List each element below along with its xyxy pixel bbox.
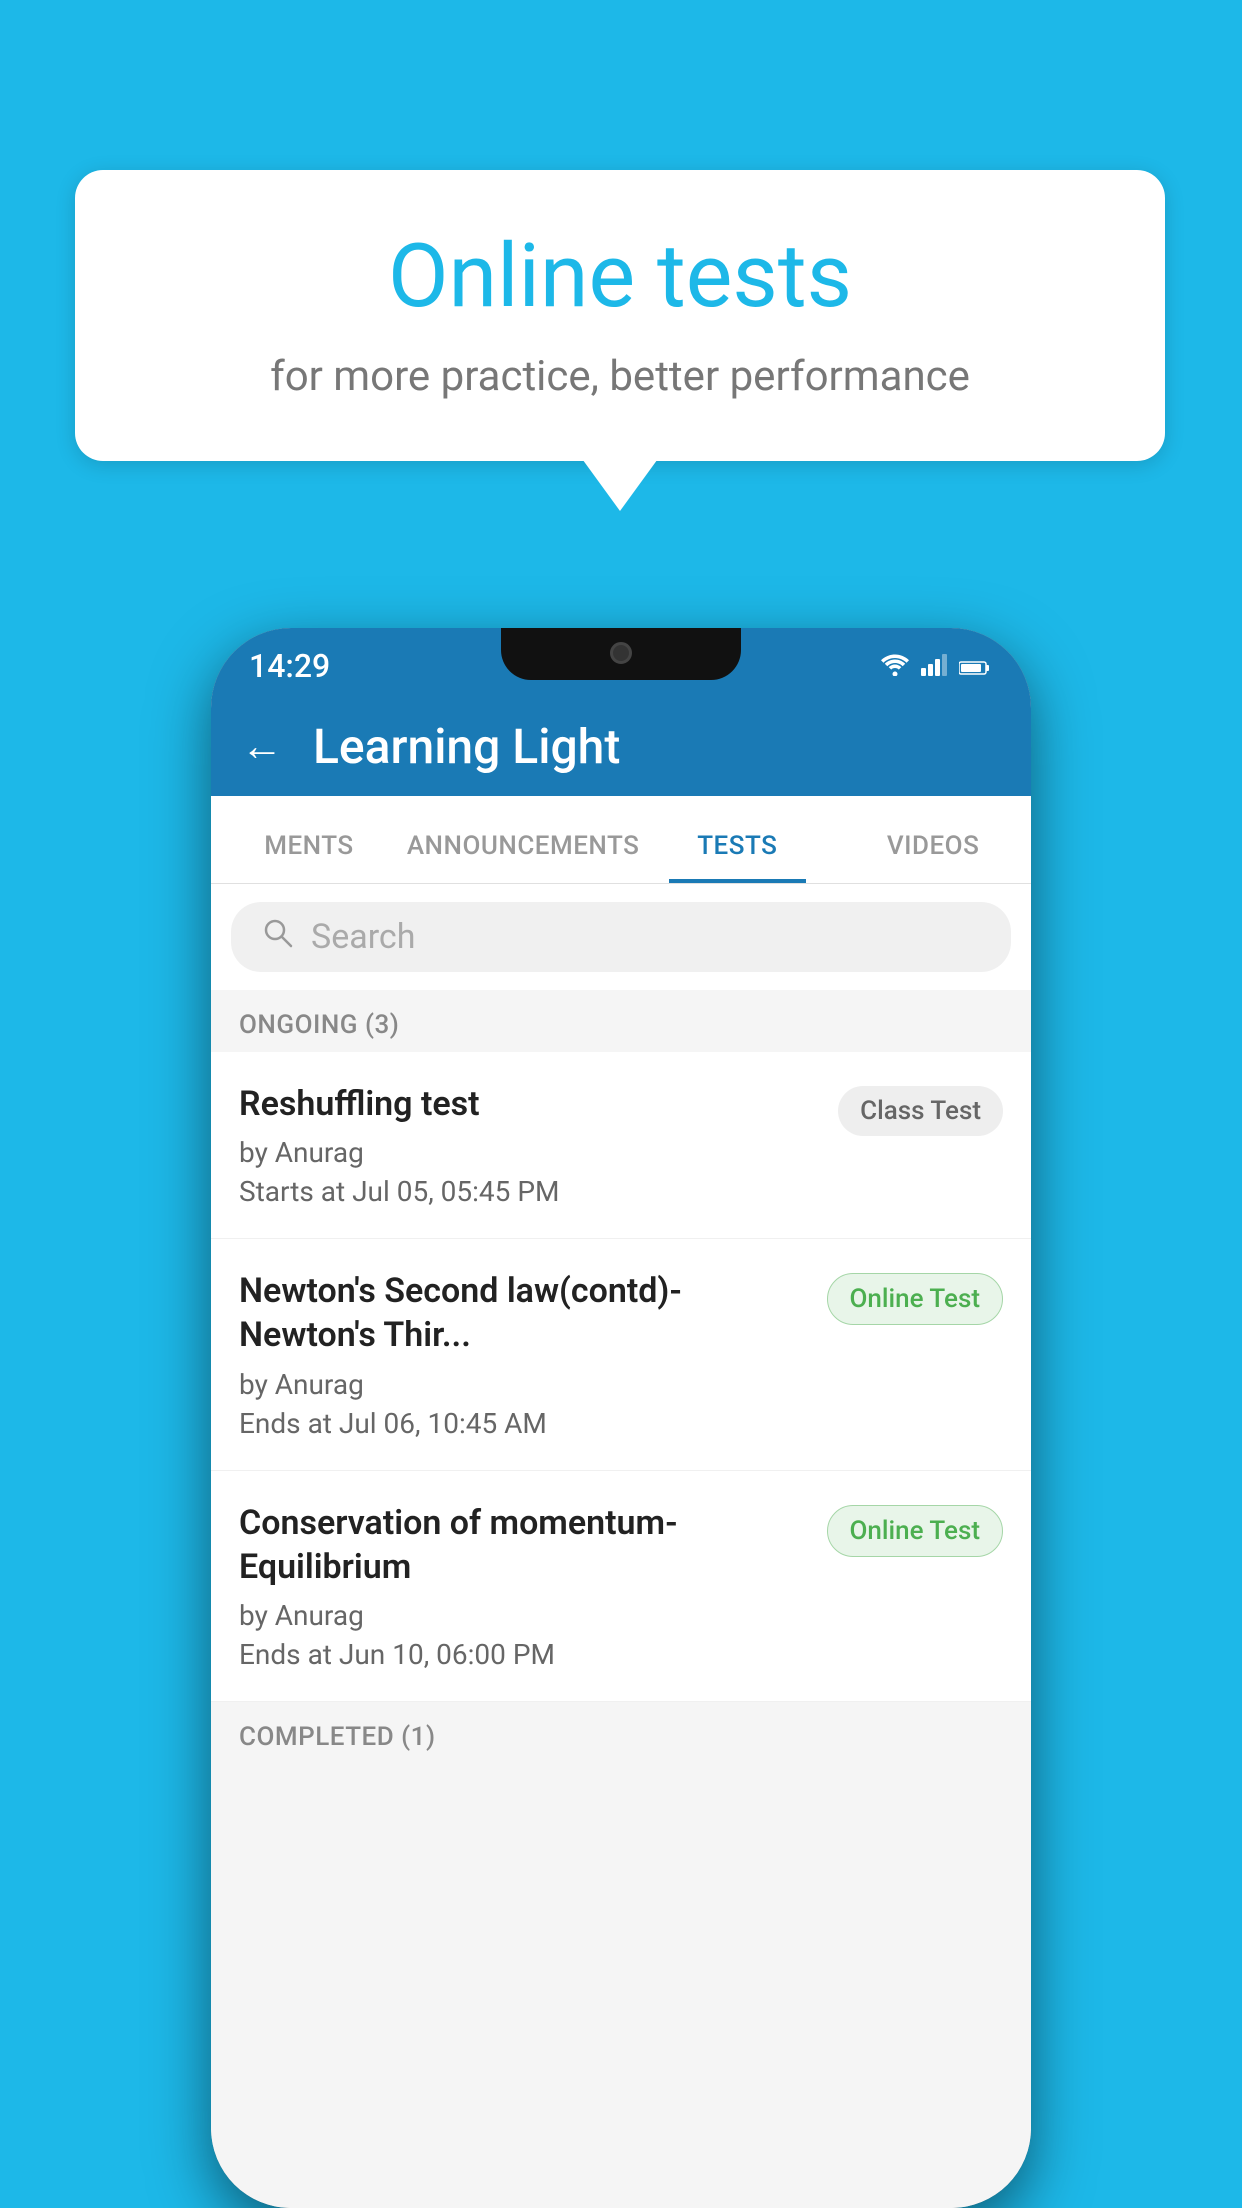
tab-tests[interactable]: TESTS (639, 831, 835, 883)
tab-videos[interactable]: VIDEOS (835, 831, 1031, 883)
test-author: by Anurag (239, 1599, 807, 1632)
tabs-bar: MENTS ANNOUNCEMENTS TESTS VIDEOS (211, 796, 1031, 884)
test-name: Reshuffling test (239, 1082, 818, 1126)
status-time: 14:29 (249, 647, 330, 685)
back-button[interactable]: ← (241, 722, 283, 771)
test-badge-class: Class Test (838, 1086, 1003, 1136)
test-item-left: Conservation of momentum-Equilibrium by … (239, 1501, 807, 1671)
speech-bubble: Online tests for more practice, better p… (75, 170, 1165, 461)
test-badge-online: Online Test (827, 1505, 1004, 1557)
status-icons (879, 650, 991, 683)
test-badge-online: Online Test (827, 1273, 1004, 1325)
ongoing-section-title: ONGOING (3) (239, 1010, 399, 1040)
phone-wrapper: 14:29 (211, 628, 1031, 2208)
test-time: Starts at Jul 05, 05:45 PM (239, 1175, 818, 1208)
speech-bubble-subtitle: for more practice, better performance (135, 352, 1105, 401)
test-list: Reshuffling test by Anurag Starts at Jul… (211, 1052, 1031, 1702)
phone-camera (610, 642, 632, 664)
tab-announcements[interactable]: ANNOUNCEMENTS (407, 831, 640, 883)
test-author: by Anurag (239, 1136, 818, 1169)
phone-screen: Search ONGOING (3) Reshuffling test by A… (211, 884, 1031, 2208)
test-time: Ends at Jun 10, 06:00 PM (239, 1638, 807, 1671)
test-author: by Anurag (239, 1368, 807, 1401)
search-placeholder: Search (311, 917, 415, 957)
search-icon (261, 916, 295, 959)
test-item-left: Reshuffling test by Anurag Starts at Jul… (239, 1082, 818, 1208)
battery-icon (959, 650, 991, 683)
test-item[interactable]: Newton's Second law(contd)-Newton's Thir… (211, 1239, 1031, 1470)
wifi-icon (879, 650, 911, 683)
section-header-completed: COMPLETED (1) (211, 1702, 1031, 1764)
phone-notch (501, 628, 741, 680)
test-name: Newton's Second law(contd)-Newton's Thir… (239, 1269, 807, 1357)
signal-icon (921, 650, 949, 683)
test-item[interactable]: Conservation of momentum-Equilibrium by … (211, 1471, 1031, 1702)
section-header-ongoing: ONGOING (3) (211, 990, 1031, 1052)
screen-content: 14:29 (211, 628, 1031, 2208)
test-name: Conservation of momentum-Equilibrium (239, 1501, 807, 1589)
app-bar: ← Learning Light (211, 696, 1031, 796)
speech-bubble-title: Online tests (135, 225, 1105, 328)
completed-section-title: COMPLETED (1) (239, 1722, 436, 1752)
search-container: Search (211, 884, 1031, 990)
test-item-left: Newton's Second law(contd)-Newton's Thir… (239, 1269, 807, 1439)
app-title: Learning Light (313, 718, 620, 775)
phone-frame: 14:29 (211, 628, 1031, 2208)
test-item[interactable]: Reshuffling test by Anurag Starts at Jul… (211, 1052, 1031, 1239)
tab-ments[interactable]: MENTS (211, 831, 407, 883)
search-bar[interactable]: Search (231, 902, 1011, 972)
test-time: Ends at Jul 06, 10:45 AM (239, 1407, 807, 1440)
